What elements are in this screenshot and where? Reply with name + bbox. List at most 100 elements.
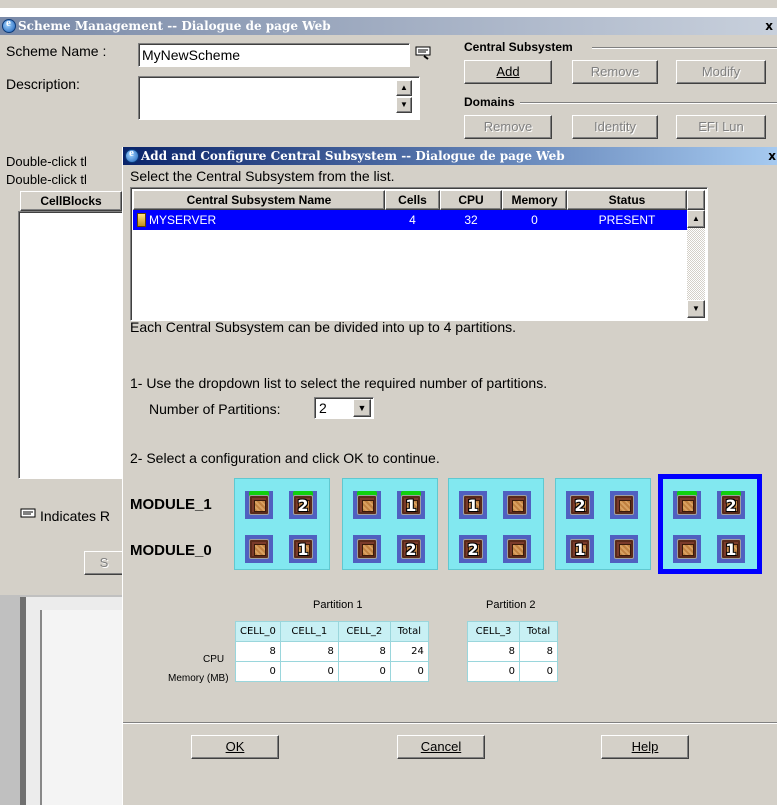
cell-chip-icon: 1: [463, 495, 483, 515]
identity-button[interactable]: Identity: [572, 115, 658, 139]
module-1-label: MODULE_1: [130, 496, 212, 513]
description-textarea[interactable]: [138, 76, 420, 120]
scroll-up-button[interactable]: ▲: [396, 80, 412, 96]
partition-number: 1: [467, 496, 479, 515]
table-row[interactable]: MYSERVER 4 32 0 PRESENT: [133, 210, 687, 230]
cell-chip-icon: [249, 495, 269, 515]
dialog-close-button[interactable]: x: [768, 147, 776, 165]
p1-cpu-total: 24: [389, 641, 429, 662]
cell-chip-icon: [357, 495, 377, 515]
chevron-down-icon[interactable]: ▼: [353, 399, 371, 417]
cell-chip-icon: [614, 539, 634, 559]
description-label: Description:: [6, 76, 80, 92]
server-icon: [137, 213, 146, 227]
p2-col-cell3: CELL_3: [467, 621, 520, 642]
scheme-name-label: Scheme Name :: [6, 43, 107, 59]
partition-1-table: CELL_0 CELL_1 CELL_2 Total 8 8 8 24 0 0 …: [235, 621, 429, 682]
cell-background: [673, 491, 701, 519]
outer-close-button[interactable]: x: [765, 17, 773, 35]
module-0-label: MODULE_0: [130, 542, 212, 559]
subsystem-table: Central Subsystem Name Cells CPU Memory …: [130, 187, 708, 321]
partition-number: 1: [725, 540, 737, 559]
modify-button[interactable]: Modify: [676, 60, 766, 84]
partitions-info: Each Central Subsystem can be divided in…: [130, 319, 516, 335]
p1-mem-cell0: 0: [235, 661, 281, 682]
col-header-name[interactable]: Central Subsystem Name: [133, 190, 385, 210]
cell-background: [353, 535, 381, 563]
cell-chip-icon: 2: [293, 495, 313, 515]
cellblocks-list[interactable]: [18, 211, 124, 479]
cell-background: [245, 491, 273, 519]
add-button[interactable]: Add: [464, 60, 552, 84]
row-label-cpu: CPU: [203, 654, 225, 665]
indicates-icon: [20, 507, 38, 521]
remove-button[interactable]: Remove: [572, 60, 658, 84]
cell-chip-icon: 2: [570, 495, 590, 515]
cell-chip-icon: 1: [721, 539, 741, 559]
p1-col-cell2: CELL_2: [337, 621, 391, 642]
step-1-text: 1- Use the dropdown list to select the r…: [130, 375, 548, 391]
partition-2-table: CELL_3 Total 8 8 0 0: [467, 621, 558, 682]
outer-title-bar: Scheme Management -- Dialogue de page We…: [0, 17, 777, 35]
partition-2-title: Partition 2: [486, 599, 536, 611]
p1-cpu-cell0: 8: [235, 641, 281, 662]
partial-s-button[interactable]: S: [84, 551, 124, 575]
col-header-spacer: [687, 190, 705, 210]
row-label-memory: Memory (MB): [168, 673, 229, 684]
efi-lun-button[interactable]: EFI Lun: [676, 115, 766, 139]
cell-chip-icon: [507, 539, 527, 559]
table-scroll-down[interactable]: ▼: [687, 300, 705, 318]
configuration-option[interactable]: 12: [342, 478, 438, 570]
p1-cpu-cell1: 8: [279, 641, 339, 662]
partition-number: 2: [467, 540, 479, 559]
partition-number: 1: [297, 540, 309, 559]
cell-chip-icon: [614, 495, 634, 515]
num-partitions-select[interactable]: 2 ▼: [314, 397, 374, 419]
col-header-status[interactable]: Status: [567, 190, 687, 210]
dialog-ie-icon: [125, 147, 139, 163]
cancel-button[interactable]: Cancel: [397, 735, 485, 759]
cell-chip-icon: 2: [721, 495, 741, 515]
domains-remove-button[interactable]: Remove: [464, 115, 552, 139]
num-partitions-label: Number of Partitions:: [149, 401, 281, 417]
cell-background: [610, 535, 638, 563]
row-cpu: 32: [464, 213, 478, 227]
cell-background: 2: [717, 491, 745, 519]
ok-button[interactable]: OK: [191, 735, 279, 759]
partition-number: 2: [574, 496, 586, 515]
cell-chip-icon: 2: [463, 539, 483, 559]
help-button[interactable]: Help: [601, 735, 689, 759]
ie-icon: [2, 17, 16, 33]
col-header-cpu[interactable]: CPU: [440, 190, 502, 210]
scheme-name-input[interactable]: MyNewScheme: [138, 43, 410, 67]
cell-chip-icon: [677, 539, 697, 559]
domains-group-line: [520, 102, 777, 104]
scroll-down-button[interactable]: ▼: [396, 97, 412, 113]
p1-mem-cell1: 0: [279, 661, 339, 682]
table-scroll-up[interactable]: ▲: [687, 210, 705, 228]
cell-chip-icon: [249, 539, 269, 559]
col-header-cells[interactable]: Cells: [385, 190, 440, 210]
partition-1-title: Partition 1: [313, 599, 363, 611]
table-scrollbar[interactable]: ▲ ▼: [687, 210, 705, 318]
domains-group-label: Domains: [464, 95, 515, 109]
p2-mem-cell3: 0: [467, 661, 520, 682]
central-subsystem-group-line: [592, 47, 777, 49]
configuration-option[interactable]: 12: [448, 478, 544, 570]
cellblocks-header[interactable]: CellBlocks: [20, 191, 122, 211]
col-header-memory[interactable]: Memory: [502, 190, 567, 210]
cell-background: [503, 491, 531, 519]
p1-mem-total: 0: [389, 661, 429, 682]
configuration-option[interactable]: 21: [234, 478, 330, 570]
p1-mem-cell2: 0: [337, 661, 391, 682]
double-click-hint-2: Double-click tl: [6, 172, 87, 187]
configuration-option[interactable]: 21: [555, 478, 651, 570]
cell-chip-icon: [357, 539, 377, 559]
row-cells: 4: [409, 213, 416, 227]
row-memory: 0: [531, 213, 538, 227]
edit-icon[interactable]: [414, 44, 434, 60]
row-name: MYSERVER: [149, 213, 217, 227]
p1-col-cell0: CELL_0: [235, 621, 281, 642]
partition-number: 1: [574, 540, 586, 559]
configuration-option[interactable]: 21: [658, 474, 762, 574]
